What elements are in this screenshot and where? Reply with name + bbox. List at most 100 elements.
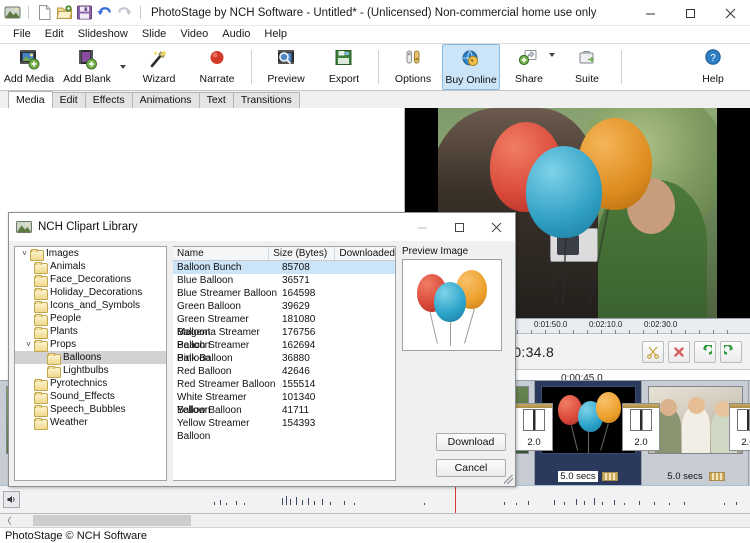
toolbar-add-blank[interactable]: Add Blank (58, 44, 116, 90)
maximize-button[interactable] (670, 0, 710, 26)
tree-node-plants[interactable]: Plants (15, 325, 166, 339)
menu-audio[interactable]: Audio (215, 26, 257, 43)
tree-node-face-decorations[interactable]: Face_Decorations (15, 273, 166, 287)
undo-icon[interactable] (96, 4, 113, 21)
toolbar-options-label: Options (394, 73, 432, 85)
tab-effects[interactable]: Effects (84, 92, 133, 108)
transition-marker[interactable]: 2.0 (622, 403, 660, 451)
chevron-down-icon[interactable]: ˅ (23, 340, 34, 349)
duration-grip[interactable] (708, 471, 725, 481)
list-row[interactable]: Green Balloon 39629 (173, 300, 395, 313)
close-button[interactable] (710, 0, 750, 26)
list-row[interactable]: Magenta Streamer Balloon 176756 (173, 326, 395, 351)
list-row[interactable]: Yellow Streamer Balloon 154393 (173, 417, 395, 442)
toolbar-help[interactable]: ? Help (684, 44, 742, 90)
tab-edit[interactable]: Edit (51, 92, 86, 108)
toolbar-options[interactable]: Options (384, 44, 442, 90)
list-row[interactable]: White Streamer Balloon 101340 (173, 391, 395, 416)
toolbar-buy-online[interactable]: Buy Online (442, 44, 500, 90)
list-row[interactable]: Red Streamer Balloon 155514 (173, 378, 395, 391)
toolbar-divider-3 (621, 50, 622, 84)
toolbar-share[interactable]: Share (500, 44, 558, 90)
speaker-icon[interactable] (3, 491, 20, 508)
ruler-tick-5: 0:02:30.0 (644, 320, 678, 329)
list-row[interactable]: Blue Balloon 36571 (173, 274, 395, 287)
tree-node-weather[interactable]: Weather (15, 416, 166, 430)
toolbar-share-label: Share (514, 73, 544, 85)
toolbar-add-media-label: Add Media (3, 73, 55, 85)
rotate-right-button[interactable] (720, 340, 742, 363)
scroll-left-icon[interactable]: 〈 (0, 514, 14, 528)
column-header-downloaded[interactable]: Downloaded (335, 247, 395, 260)
delete-button[interactable] (668, 340, 690, 363)
transition-marker[interactable]: 2.0 (515, 403, 553, 451)
open-icon[interactable] (56, 4, 73, 21)
clipart-list[interactable]: Name Size (Bytes) Downloaded Balloon Bun… (173, 246, 396, 481)
tab-text[interactable]: Text (198, 92, 234, 108)
new-icon[interactable] (36, 4, 53, 21)
audio-track[interactable] (0, 485, 750, 513)
chevron-down-icon[interactable]: ˅ (19, 249, 30, 258)
tree-node-images[interactable]: ˅ Images (15, 247, 166, 261)
tree-node-people[interactable]: People (15, 312, 166, 326)
dialog-maximize-button[interactable] (441, 213, 478, 241)
list-row[interactable]: Yellow Balloon 41711 (173, 404, 395, 417)
tree-node-props[interactable]: ˅ Props (15, 338, 166, 352)
timeline-scrollbar[interactable]: 〈 (0, 513, 750, 527)
dialog-close-button[interactable] (478, 213, 515, 241)
menu-edit[interactable]: Edit (38, 26, 71, 43)
tree-node-sound-effects[interactable]: Sound_Effects (15, 390, 166, 404)
folder-icon (34, 404, 48, 417)
menu-video[interactable]: Video (173, 26, 215, 43)
menu-slide[interactable]: Slide (135, 26, 173, 43)
list-row[interactable]: Peach Streamer Balloon 162694 (173, 339, 395, 364)
dialog-resize-handle[interactable] (504, 475, 513, 484)
tab-transitions[interactable]: Transitions (232, 92, 300, 108)
scrollbar-thumb[interactable] (33, 515, 191, 526)
cancel-button[interactable]: Cancel (436, 459, 506, 477)
list-row[interactable]: Green Streamer Balloon 181080 (173, 313, 395, 338)
rotate-left-button[interactable] (694, 340, 716, 363)
download-button[interactable]: Download (436, 433, 506, 451)
list-row[interactable]: Pink Balloon 36880 (173, 352, 395, 365)
cell-size: 181080 (282, 314, 316, 325)
tree-node-balloons[interactable]: Balloons (15, 351, 166, 365)
tree-node-speech-bubbles[interactable]: Speech_Bubbles (15, 403, 166, 417)
menu-slideshow[interactable]: Slideshow (71, 26, 135, 43)
tree-node-holiday-decorations[interactable]: Holiday_Decorations (15, 286, 166, 300)
category-tree[interactable]: ˅ Images Animals Face_Decorations Holida… (14, 246, 167, 481)
tab-animations[interactable]: Animations (131, 92, 200, 108)
tree-node-animals[interactable]: Animals (15, 260, 166, 274)
chevron-down-icon[interactable] (549, 53, 555, 57)
duration-grip[interactable] (601, 471, 618, 481)
toolbar-narrate[interactable]: Narrate (188, 44, 246, 90)
column-header-size[interactable]: Size (Bytes) (269, 247, 336, 260)
menu-bar: File Edit Slideshow Slide Video Audio He… (0, 26, 750, 43)
toolbar-wizard[interactable]: Wizard (130, 44, 188, 90)
list-row[interactable]: Red Balloon 42646 (173, 365, 395, 378)
split-button[interactable] (642, 340, 664, 363)
slide-duration-row: 5.0 secs (535, 468, 641, 484)
tree-node-icons-and-symbols[interactable]: Icons_and_Symbols (15, 299, 166, 313)
tree-node-lightbulbs[interactable]: Lightbulbs (15, 364, 166, 378)
minimize-button[interactable] (630, 0, 670, 26)
column-header-name[interactable]: Name (173, 247, 270, 260)
toolbar-suite[interactable]: Suite (558, 44, 616, 90)
transition-marker[interactable]: 2.0 (729, 403, 750, 451)
slide-duration[interactable]: 5.0 secs (558, 470, 598, 482)
cell-downloaded (350, 339, 395, 352)
tab-media[interactable]: Media (8, 91, 53, 108)
help-icon: ? (701, 47, 725, 71)
tree-node-pyrotechnics[interactable]: Pyrotechnics (15, 377, 166, 391)
save-icon[interactable] (76, 4, 93, 21)
add-blank-dropdown[interactable] (116, 65, 130, 69)
playhead[interactable] (455, 486, 456, 513)
toolbar-add-media[interactable]: Add Media (0, 44, 58, 90)
list-row-selected[interactable]: Balloon Bunch 85708 (173, 261, 395, 274)
toolbar-preview[interactable]: Preview (257, 44, 315, 90)
menu-help[interactable]: Help (257, 26, 294, 43)
list-row[interactable]: Blue Streamer Balloon 164598 (173, 287, 395, 300)
toolbar-export[interactable]: Export (315, 44, 373, 90)
slide-duration[interactable]: 5.0 secs (665, 471, 704, 482)
menu-file[interactable]: File (6, 26, 38, 43)
